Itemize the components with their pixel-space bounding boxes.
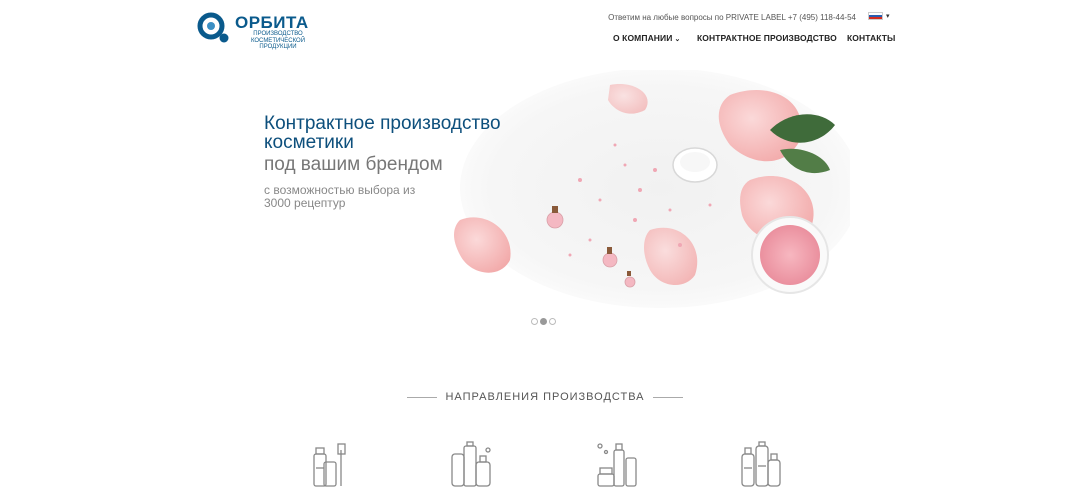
caret-down-icon: ▾ (886, 13, 890, 20)
nav-item-about[interactable]: О КОМПАНИИ ⌄ (613, 33, 680, 43)
production-directions (0, 440, 1090, 500)
nav-item-contract-production[interactable]: КОНТРАКТНОЕ ПРОИЗВОДСТВО (697, 33, 837, 43)
logo-subtitle-line1: ПРОИЗВОДСТВО КОСМЕТИЧЕСКОЙ (250, 31, 306, 44)
flag-ru-icon (868, 12, 883, 20)
orbita-logo-icon (197, 12, 229, 43)
toothpaste-brush-icon[interactable] (306, 440, 354, 490)
site-header: ОРБИТА ПРОИЗВОДСТВО КОСМЕТИЧЕСКОЙ ПРОДУК… (0, 0, 1090, 60)
logo-name: ОРБИТА (235, 13, 309, 32)
section-title: НАПРАВЛЕНИЯ ПРОИЗВОДСТВА (445, 391, 645, 403)
orbita-logo[interactable]: ОРБИТА ПРОИЗВОДСТВО КОСМЕТИЧЕСКОЙ ПРОДУК… (197, 12, 322, 50)
hero-title: Контрактное производство косметики (264, 113, 501, 153)
slider-dot-active[interactable] (540, 318, 547, 325)
divider-line (652, 396, 683, 398)
language-selector[interactable]: ▾ (868, 12, 892, 22)
hero-description: с возможностью выбора из 3000 рецептур (264, 183, 416, 210)
slider-dot[interactable] (549, 318, 556, 325)
hero-slider: Контрактное производство косметики под в… (0, 60, 1090, 340)
contact-phone-text[interactable]: Ответим на любые вопросы по PRIVATE LABE… (608, 13, 856, 22)
section-heading: НАПРАВЛЕНИЯ ПРОИЗВОДСТВА (0, 391, 1090, 403)
cosmetic-bottles-icon[interactable] (448, 440, 496, 490)
shampoo-bottles-icon[interactable] (738, 440, 786, 490)
nav-item-contacts[interactable]: КОНТАКТЫ (847, 33, 895, 43)
hero-text: Контрактное производство косметики под в… (264, 114, 524, 210)
cream-jars-icon[interactable] (594, 440, 642, 490)
hero-subtitle: под вашим брендом (264, 154, 443, 175)
slider-dot[interactable] (531, 318, 538, 325)
divider-line (407, 396, 438, 398)
logo-subtitle-line2: ПРОДУКЦИИ (259, 44, 297, 50)
logo-subtitle: ПРОИЗВОДСТВО КОСМЕТИЧЕСКОЙ ПРОДУКЦИИ (235, 31, 321, 51)
chevron-down-icon: ⌄ (674, 36, 681, 43)
nav-item-label: О КОМПАНИИ (613, 33, 673, 43)
